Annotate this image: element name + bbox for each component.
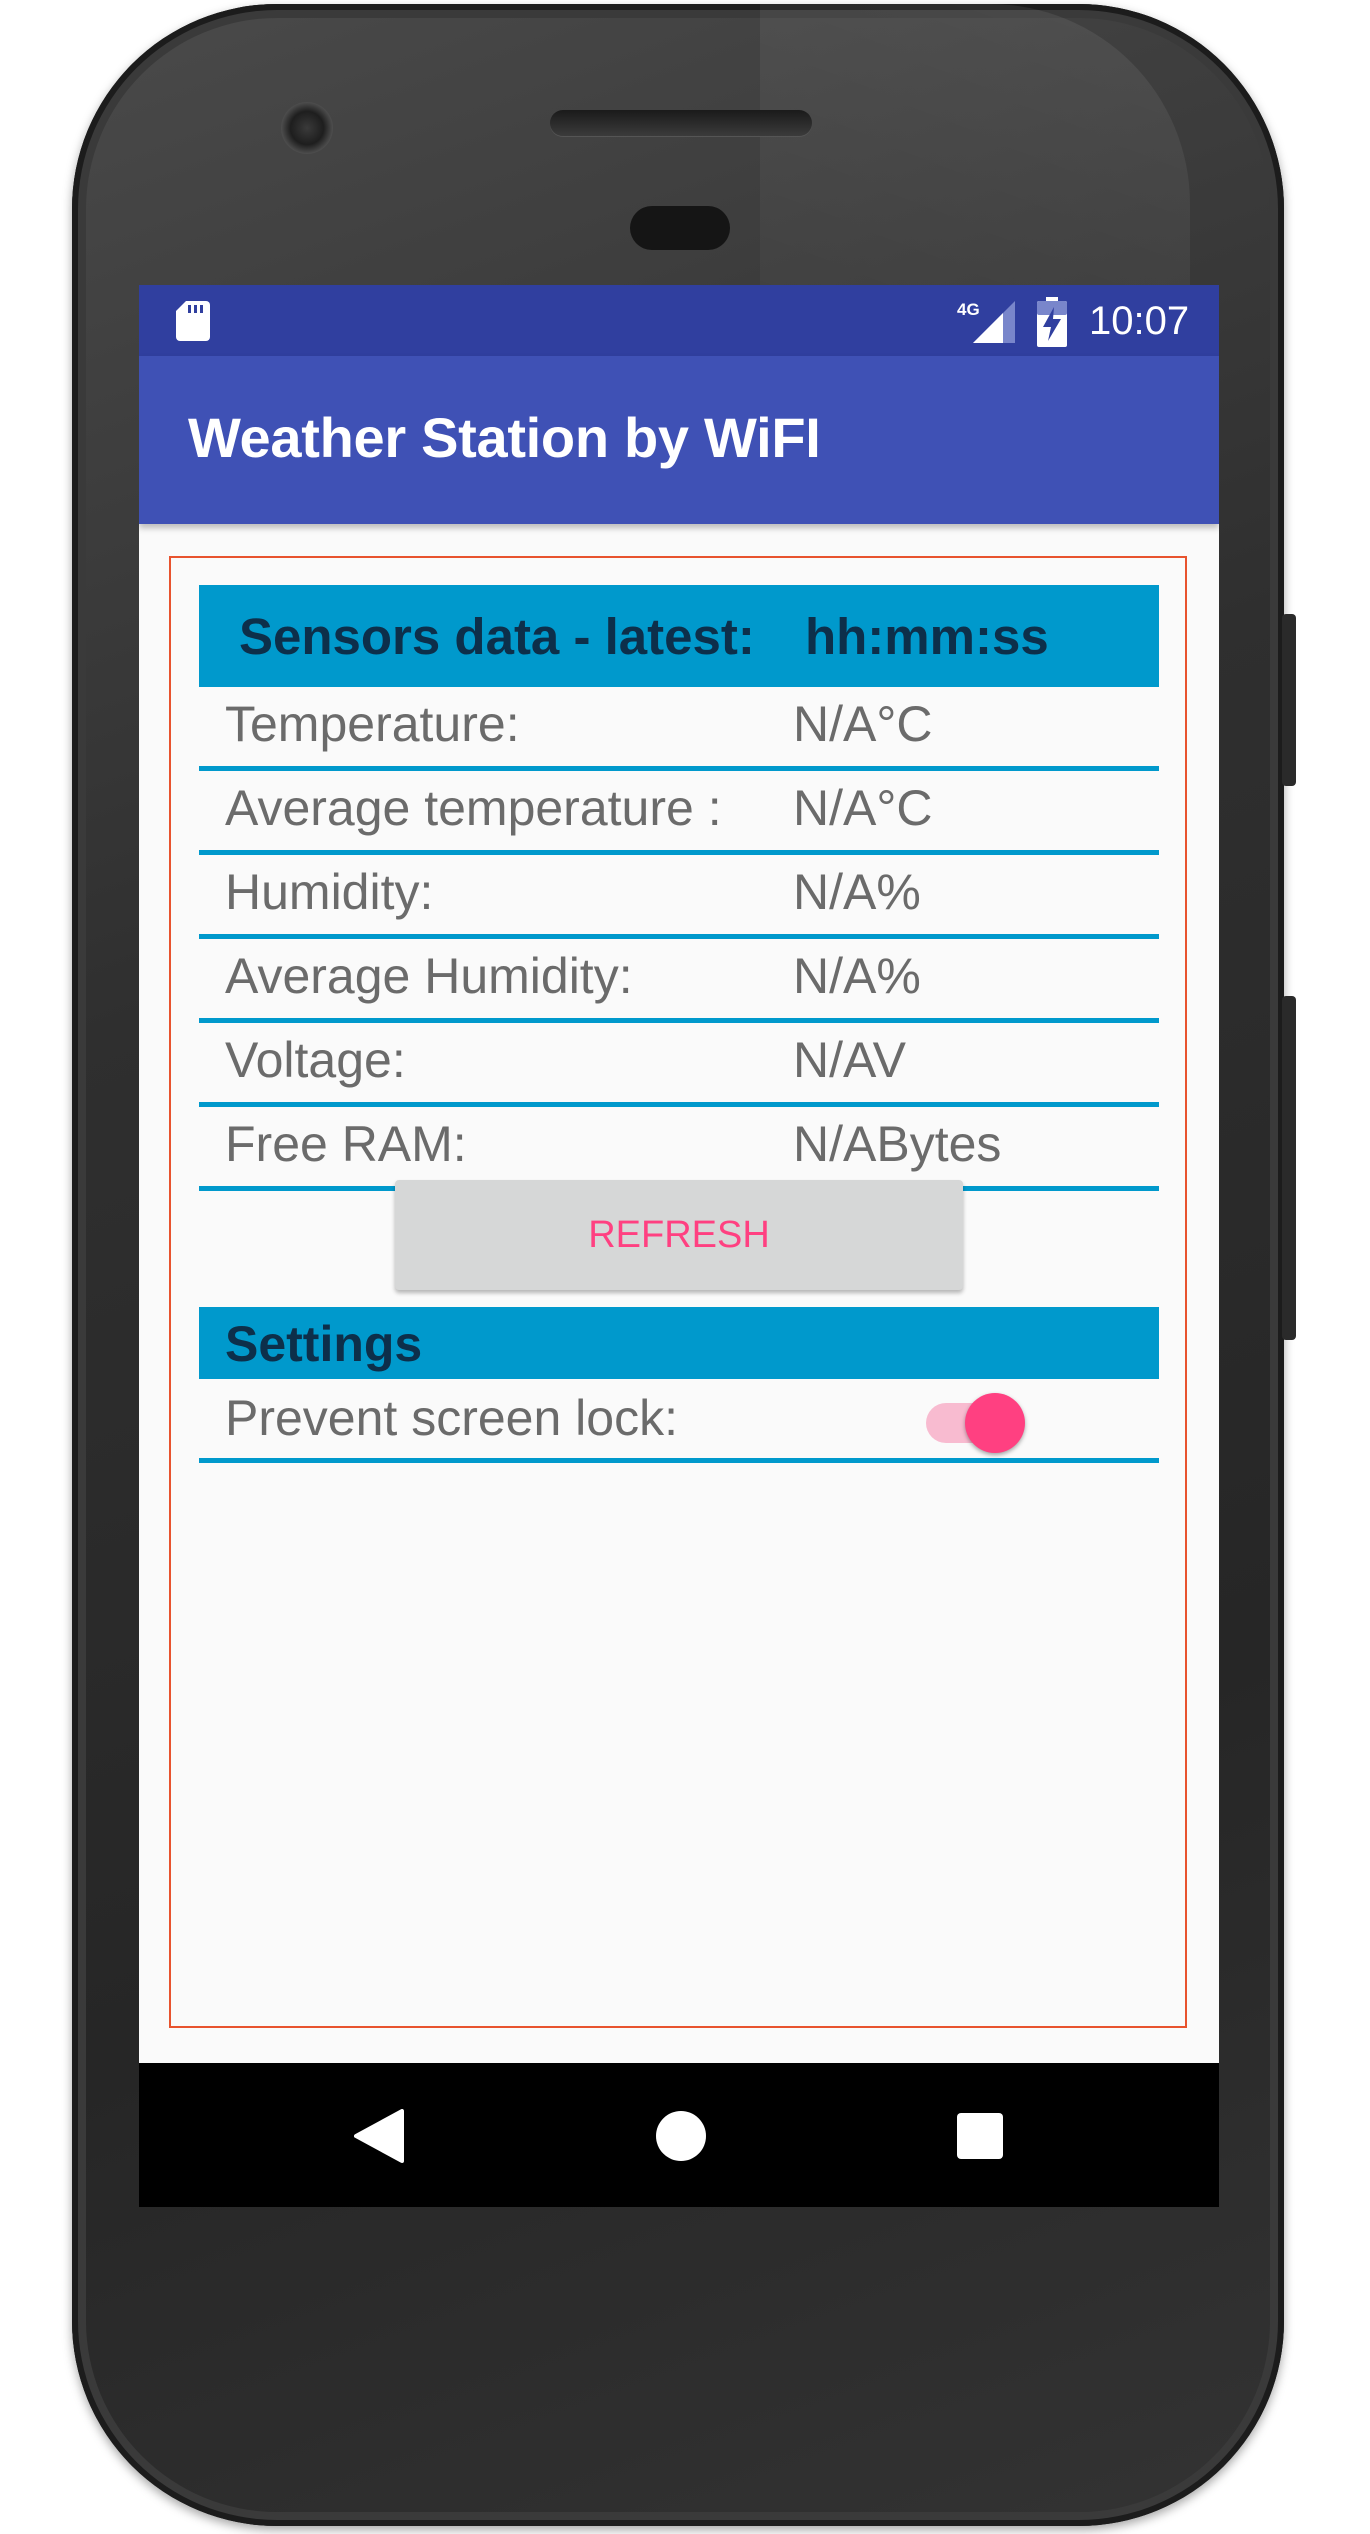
refresh-button[interactable]: REFRESH (395, 1180, 963, 1290)
svg-text:4G: 4G (957, 300, 980, 319)
sensor-value: N/ABytes (793, 1116, 1002, 1172)
home-icon[interactable] (656, 2111, 706, 2161)
battery-charging-icon (1037, 297, 1067, 347)
proximity-sensor (630, 206, 730, 250)
sensor-value: N/A°C (793, 780, 933, 836)
sensor-label: Humidity: (225, 864, 434, 920)
sensor-value: N/A°C (793, 696, 933, 752)
screen: 4G 10:07 Weather Station by WiFI Sensors… (139, 285, 1219, 2207)
status-bar: 4G 10:07 (139, 285, 1219, 356)
sensors-header: Sensors data - latest: hh:mm:ss (199, 585, 1159, 687)
sensor-value: N/A% (793, 948, 921, 1004)
setting-row-prevent-screen-lock: Prevent screen lock: (199, 1379, 1159, 1463)
sensor-label: Free RAM: (225, 1116, 467, 1172)
sensors-latest-time: hh:mm:ss (805, 608, 1049, 665)
sensor-row-voltage: Voltage: N/AV (199, 1023, 1159, 1107)
settings-title: Settings (225, 1316, 423, 1372)
sensor-value: N/AV (793, 1032, 906, 1088)
sensor-label: Average temperature : (225, 780, 722, 836)
back-icon[interactable] (354, 2109, 406, 2163)
prevent-screen-lock-label: Prevent screen lock: (225, 1390, 678, 1446)
sensor-label: Voltage: (225, 1032, 406, 1088)
recents-icon[interactable] (957, 2113, 1003, 2159)
status-clock: 10:07 (1089, 299, 1190, 343)
settings-header: Settings (199, 1307, 1159, 1379)
sensors-header-label: Sensors data - latest: (239, 608, 755, 665)
sensor-row-average-humidity: Average Humidity: N/A% (199, 939, 1159, 1023)
front-camera (281, 102, 333, 154)
app-title: Weather Station by WiFI (188, 406, 821, 469)
navigation-bar (139, 2063, 1219, 2207)
sensor-row-temperature: Temperature: N/A°C (199, 687, 1159, 771)
app-bar: Weather Station by WiFI (139, 356, 1219, 524)
sensor-row-free-ram: Free RAM: N/ABytes (199, 1107, 1159, 1191)
sensor-label: Average Humidity: (225, 948, 633, 1004)
sensor-value: N/A% (793, 864, 921, 920)
power-button (1282, 614, 1296, 786)
sensor-row-average-temperature: Average temperature : N/A°C (199, 771, 1159, 855)
sd-card-icon (176, 301, 210, 341)
sensor-row-humidity: Humidity: N/A% (199, 855, 1159, 939)
sensor-label: Temperature: (225, 696, 520, 752)
earpiece-speaker (550, 110, 812, 136)
signal-4g-icon: 4G (957, 300, 1015, 343)
prevent-screen-lock-switch-thumb[interactable] (965, 1393, 1025, 1453)
volume-button (1282, 996, 1296, 1340)
